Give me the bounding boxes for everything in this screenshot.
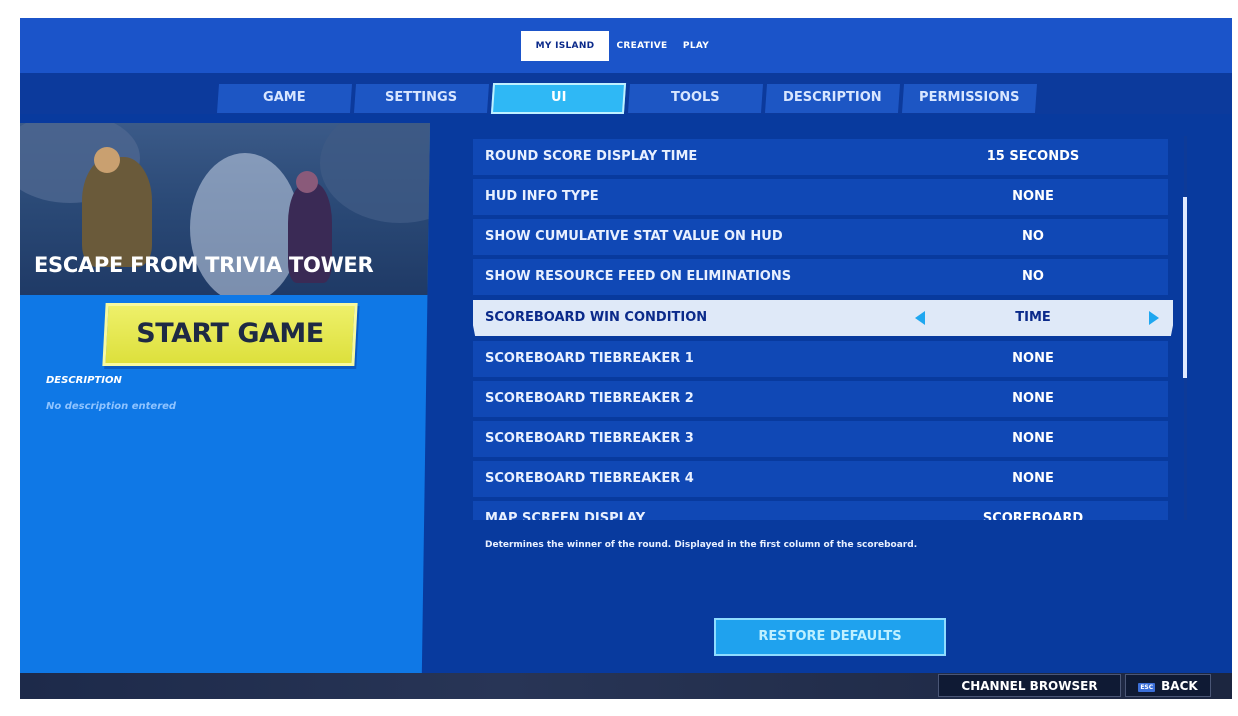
- tab-description-label: DESCRIPTION: [783, 90, 882, 105]
- setting-label: SCOREBOARD TIEBREAKER 4: [485, 471, 694, 486]
- back-label: BACK: [1161, 679, 1198, 693]
- tab-tools-label: TOOLS: [671, 90, 720, 105]
- setting-row-scoreboard-tiebreaker-1[interactable]: SCOREBOARD TIEBREAKER 1 NONE: [473, 341, 1168, 377]
- mode-tab-my-island[interactable]: MY ISLAND: [521, 31, 609, 61]
- settings-tab-bar: GAME SETTINGS UI TOOLS DESCRIPTION PERMI…: [20, 73, 1232, 114]
- tab-game-label: GAME: [263, 90, 306, 105]
- channel-browser-button[interactable]: CHANNEL BROWSER: [938, 674, 1121, 697]
- setting-row-scoreboard-tiebreaker-4[interactable]: SCOREBOARD TIEBREAKER 4 NONE: [473, 461, 1168, 497]
- setting-row-scoreboard-tiebreaker-2[interactable]: SCOREBOARD TIEBREAKER 2 NONE: [473, 381, 1168, 417]
- setting-value: NONE: [1012, 351, 1054, 366]
- setting-value: NONE: [1012, 189, 1054, 204]
- setting-label: SCOREBOARD WIN CONDITION: [485, 310, 708, 325]
- setting-label: SHOW RESOURCE FEED ON ELIMINATIONS: [485, 269, 792, 284]
- setting-value: TIME: [1015, 310, 1051, 325]
- start-game-label: START GAME: [136, 318, 324, 349]
- setting-value: SCOREBOARD: [982, 511, 1084, 520]
- setting-row-round-score-display-time[interactable]: ROUND SCORE DISPLAY TIME 15 SECONDS: [473, 139, 1168, 175]
- tab-ui-label: UI: [550, 90, 567, 105]
- mode-tab-creative[interactable]: CREATIVE: [614, 31, 670, 61]
- settings-scrollbar-thumb[interactable]: [1183, 197, 1187, 378]
- island-info-panel: ESCAPE FROM TRIVIA TOWER START GAME DESC…: [20, 123, 430, 675]
- setting-label: SHOW CUMULATIVE STAT VALUE ON HUD: [485, 229, 783, 244]
- ui-settings-list: ROUND SCORE DISPLAY TIME 15 SECONDS HUD …: [473, 139, 1173, 520]
- setting-value: 15 SECONDS: [986, 149, 1080, 164]
- setting-help-text: Determines the winner of the round. Disp…: [485, 540, 918, 550]
- setting-label: HUD INFO TYPE: [485, 189, 599, 204]
- setting-value: NONE: [1012, 391, 1054, 406]
- left-arrow-icon[interactable]: [915, 311, 925, 325]
- setting-value: NO: [1022, 229, 1044, 244]
- setting-label: SCOREBOARD TIEBREAKER 1: [485, 351, 694, 366]
- restore-defaults-button[interactable]: RESTORE DEFAULTS: [714, 618, 946, 656]
- description-text: No description entered: [46, 401, 177, 412]
- setting-value: NONE: [1012, 431, 1054, 446]
- setting-row-hud-info-type[interactable]: HUD INFO TYPE NONE: [473, 179, 1168, 215]
- setting-row-show-resource-feed[interactable]: SHOW RESOURCE FEED ON ELIMINATIONS NO: [473, 259, 1168, 295]
- tab-settings[interactable]: SETTINGS: [353, 84, 490, 113]
- tab-description[interactable]: DESCRIPTION: [764, 84, 901, 113]
- setting-label: MAP SCREEN DISPLAY: [485, 511, 646, 520]
- right-arrow-icon[interactable]: [1149, 311, 1159, 325]
- setting-row-map-screen-display[interactable]: MAP SCREEN DISPLAY SCOREBOARD: [473, 501, 1168, 520]
- setting-value: NO: [1022, 269, 1044, 284]
- description-label: DESCRIPTION: [46, 375, 122, 386]
- setting-label: SCOREBOARD TIEBREAKER 2: [485, 391, 694, 406]
- tab-ui[interactable]: UI: [490, 83, 627, 114]
- tab-permissions-label: PERMISSIONS: [919, 90, 1020, 105]
- back-button[interactable]: ESC BACK: [1125, 674, 1211, 697]
- setting-label: ROUND SCORE DISPLAY TIME: [485, 149, 698, 164]
- mode-tab-play[interactable]: PLAY: [675, 31, 717, 61]
- island-title: ESCAPE FROM TRIVIA TOWER: [34, 253, 374, 277]
- setting-row-show-cumulative-stat[interactable]: SHOW CUMULATIVE STAT VALUE ON HUD NO: [473, 219, 1168, 255]
- setting-row-scoreboard-win-condition[interactable]: SCOREBOARD WIN CONDITION TIME: [473, 300, 1173, 336]
- tab-permissions[interactable]: PERMISSIONS: [901, 84, 1038, 113]
- creative-island-settings-screen: MY ISLAND CREATIVE PLAY GAME SETTINGS UI…: [20, 18, 1232, 699]
- tab-settings-label: SETTINGS: [385, 90, 458, 105]
- esc-key-icon: ESC: [1138, 683, 1156, 692]
- setting-row-scoreboard-tiebreaker-3[interactable]: SCOREBOARD TIEBREAKER 3 NONE: [473, 421, 1168, 457]
- start-game-button[interactable]: START GAME: [102, 303, 358, 366]
- bottom-bar: CHANNEL BROWSER ESC BACK: [20, 673, 1232, 699]
- tab-tools[interactable]: TOOLS: [627, 84, 764, 113]
- setting-value: NONE: [1012, 471, 1054, 486]
- mode-bar: MY ISLAND CREATIVE PLAY: [20, 18, 1232, 73]
- setting-label: SCOREBOARD TIEBREAKER 3: [485, 431, 694, 446]
- tab-game[interactable]: GAME: [216, 84, 353, 113]
